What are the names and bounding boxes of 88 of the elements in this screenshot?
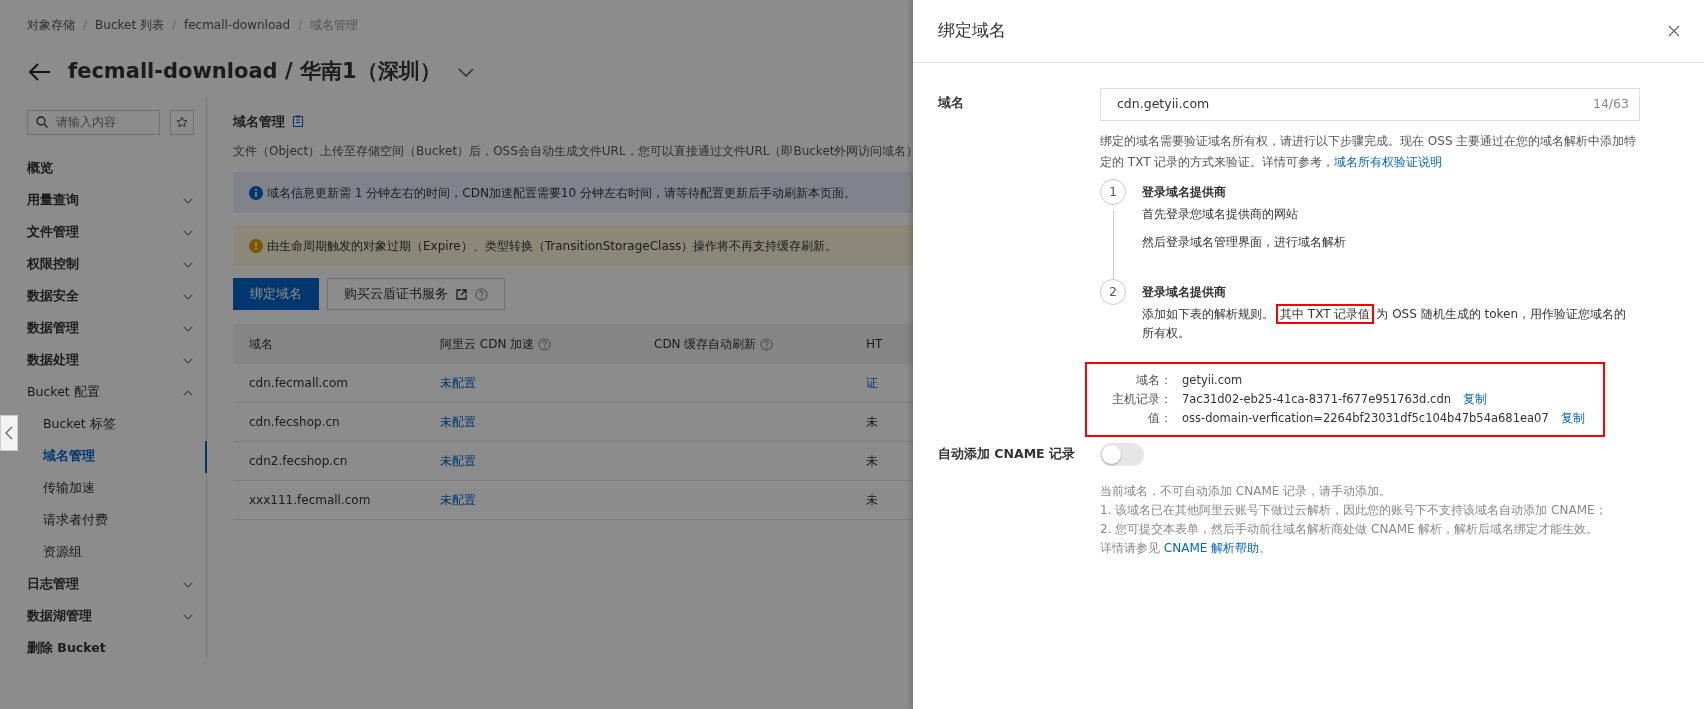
sidebar-item[interactable]: 数据安全 (0, 280, 206, 313)
record-value: getyii.com (1182, 372, 1243, 389)
chevron-down-icon[interactable] (456, 65, 475, 78)
help-link[interactable]: 域名所有权验证说明 (1334, 155, 1443, 169)
help-icon (538, 337, 552, 351)
toggle-switch[interactable] (1100, 443, 1144, 466)
table-cell: xxx111.fecmall.com (249, 493, 371, 507)
external-link-icon (456, 288, 467, 300)
breadcrumb-separator: / (83, 17, 88, 34)
character-counter: 14/63 (1592, 95, 1629, 114)
copy-link[interactable]: 复制 (1560, 409, 1585, 428)
chevron-left-icon (5, 426, 13, 440)
step-number: 2 (1100, 279, 1126, 305)
column-header: CDN 缓存自动刷新 (654, 336, 757, 353)
note-text: 详情请参见 CNAME 解析帮助。 (1100, 540, 1273, 557)
step-text: 添加如下表的解析规则。 其中 TXT 记录值 为 OSS 随机生成的 token，用作验证您域名的所有权。 (1142, 305, 1630, 343)
action-button[interactable]: 绑定域名 (233, 278, 319, 310)
alert-text: 域名信息更新需 1 分钟左右的时间，CDN加速配置需要10 分钟左右时间，请等待配置更新后手动刷新本页面。 (267, 184, 856, 202)
field-label: 域名 (938, 95, 964, 110)
step-number: 1 (1100, 179, 1126, 205)
search-icon (36, 116, 48, 128)
sidebar-item[interactable]: Bucket 配置 (0, 376, 206, 409)
breadcrumb-separator: / (298, 17, 303, 34)
close-icon[interactable] (1668, 25, 1680, 37)
sidebar-item[interactable]: 文件管理 (0, 216, 206, 249)
note-text: 2. 您可提交本表单，然后手动前往域名解析商处做 CNAME 解析，解析后域名绑定才能生效。 (1100, 521, 1600, 538)
help-link[interactable]: CNAME 解析帮助 (1163, 541, 1260, 555)
field-label: 自动添加 CNAME 记录 (938, 446, 1075, 461)
status-link[interactable]: 未配置 (440, 376, 476, 390)
record-label: 域名： (1135, 372, 1173, 389)
table-cell: 未 (866, 454, 878, 468)
sidebar-subitem[interactable]: 传输加速 (0, 472, 206, 505)
status-link[interactable]: 未配置 (440, 454, 476, 468)
action-button[interactable]: 购买云盾证书服务 (327, 278, 505, 310)
breadcrumb-link[interactable]: 对象存储 (27, 16, 75, 34)
warning-icon (249, 238, 263, 253)
sidebar-item[interactable]: 删除 Bucket (0, 632, 206, 665)
sidebar-subitem[interactable]: 请求者付费 (0, 504, 206, 537)
sidebar-item[interactable]: 日志管理 (0, 568, 206, 601)
collapse-handle[interactable] (0, 415, 18, 451)
section-heading: 域名管理 (233, 112, 285, 131)
sidebar-item[interactable]: 用量查询 (0, 184, 206, 217)
sidebar-item[interactable]: 数据湖管理 (0, 600, 206, 633)
sidebar-item[interactable]: 数据处理 (0, 344, 206, 377)
step-title: 登录域名提供商 (1142, 284, 1227, 301)
search-field[interactable]: 请输入内容 (27, 109, 160, 135)
info-icon (249, 185, 263, 200)
record-value: 7ac31d02-eb25-41ca-8371-f677e951763d.cdn (1182, 391, 1451, 408)
table-cell: 未 (866, 415, 878, 429)
help-icon (475, 287, 488, 301)
step-text: 首先登录您域名提供商的网站 (1142, 206, 1299, 223)
status-link[interactable]: 未配置 (440, 493, 476, 507)
breadcrumb-link[interactable]: fecmall-download (183, 16, 291, 34)
page-title: fecmall-download / 华南1（深圳） (68, 58, 441, 85)
search-input[interactable]: 请输入内容 (56, 113, 146, 131)
sidebar-item[interactable]: 概览 (0, 152, 206, 185)
table-cell: cdn.fecshop.cn (249, 415, 340, 429)
table-cell: 未 (866, 493, 878, 507)
help-icon (760, 337, 774, 351)
step-title: 登录域名提供商 (1142, 184, 1227, 201)
description-text: 文件（Object）上传至存储空间（Bucket）后，OSS会自动生成文件URL，您可以直接通过文件URL（即Bucket外网访问域名） (233, 143, 913, 160)
record-value: oss-domain-verfication=2264bf23031df5c104b47b54a681ea07 (1182, 410, 1549, 427)
back-arrow-icon[interactable] (28, 61, 52, 82)
column-header: HT (866, 336, 883, 353)
clipboard-icon[interactable] (293, 115, 303, 128)
sidebar-item[interactable]: 权限控制 (0, 248, 206, 281)
alert-text: 由生命周期触发的对象过期（Expire）、类型转换（TransitionStorageClass）操作将不再支持缓存刷新。 (267, 237, 838, 255)
status-link[interactable]: 未配置 (440, 415, 476, 429)
sidebar-subitem[interactable]: 资源组 (0, 536, 206, 569)
table-cell: cdn.fecmall.com (249, 376, 348, 390)
note-text: 当前域名，不可自动添加 CNAME 记录，请手动添加。 (1100, 483, 1393, 500)
copy-link[interactable]: 复制 (1463, 390, 1487, 409)
breadcrumb-separator: / (171, 17, 176, 34)
column-header: 阿里云 CDN 加速 (440, 336, 535, 353)
intro-text: 绑定的域名需要验证域名所有权，请进行以下步骤完成。现在 OSS 主要通过在您的域名解析中添加特定的 TXT 记录的方式来验证。详情可参考，域名所有权验证说明 (1100, 133, 1638, 171)
record-label: 值： (1147, 410, 1173, 427)
star-icon (176, 116, 188, 128)
favorite-button[interactable] (170, 109, 194, 135)
breadcrumb-link[interactable]: Bucket 列表 (95, 16, 164, 34)
record-label: 主机记录： (1111, 391, 1173, 408)
table-link[interactable]: 证 (866, 376, 878, 390)
domain-input-field[interactable]: cdn.getyii.com 14/63 (1100, 88, 1640, 121)
drawer-title: 绑定域名 (938, 19, 1006, 43)
table-cell: cdn2.fecshop.cn (249, 454, 348, 468)
sidebar-item[interactable]: 数据管理 (0, 312, 206, 345)
column-header: 域名 (249, 336, 273, 353)
note-text: 1. 该域名已在其他阿里云账号下做过云解析，因此您的账号下不支持该域名自动添加 CNAME； (1100, 502, 1608, 519)
step-text: 然后登录域名管理界面，进行域名解析 (1142, 234, 1346, 251)
